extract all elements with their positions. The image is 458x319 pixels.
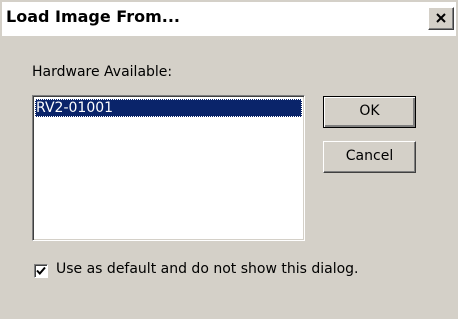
default-checkbox[interactable] [34, 264, 48, 278]
hardware-listbox[interactable]: RV2-01001 [32, 95, 305, 241]
dialog-title: Load Image From... [6, 7, 180, 26]
cancel-button[interactable]: Cancel [323, 141, 416, 173]
list-item[interactable]: RV2-01001 [35, 99, 302, 117]
checkmark-icon [36, 266, 46, 275]
title-bar: Load Image From... [2, 2, 456, 36]
close-icon [436, 13, 446, 23]
hardware-available-label: Hardware Available: [32, 64, 173, 80]
ok-button[interactable]: OK [323, 96, 416, 128]
default-checkbox-label[interactable]: Use as default and do not show this dial… [56, 261, 358, 277]
load-image-dialog: Load Image From... Hardware Available: R… [0, 0, 458, 319]
close-button[interactable] [428, 7, 454, 30]
